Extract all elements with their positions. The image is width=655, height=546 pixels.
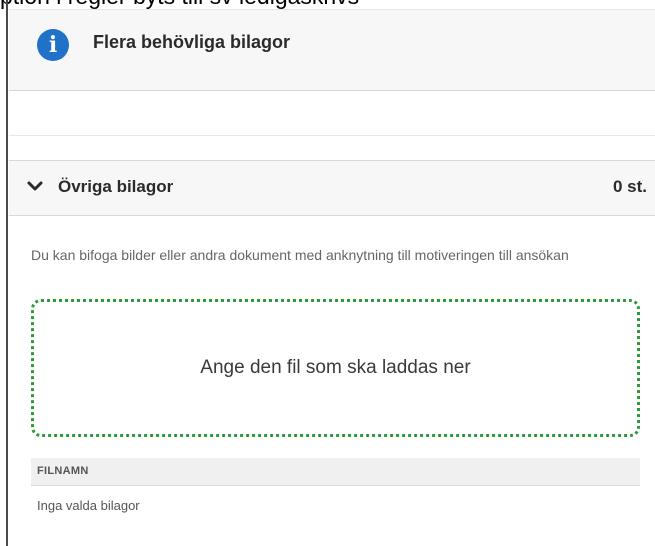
attachments-count: 0 st. — [612, 177, 647, 196]
top-caption: ption i regler byts till sv ledigaskrivs — [0, 0, 655, 9]
chevron-down-icon[interactable] — [26, 177, 44, 195]
info-circle-icon: i — [37, 29, 69, 61]
attachments-section-header[interactable]: Övriga bilagor 0 st. — [9, 160, 655, 216]
info-panel: i Flera behövliga bilagor — [9, 9, 655, 91]
attachments-help-text: Du kan bifoga bilder eller andra dokumen… — [31, 247, 569, 263]
file-dropzone[interactable]: Ange den fil som ska laddas ner — [31, 299, 640, 437]
attachments-section-title: Övriga bilagor — [58, 177, 174, 196]
info-panel-title: Flera behövliga bilagor — [93, 32, 291, 52]
divider — [9, 135, 655, 136]
dropzone-label: Ange den fil som ska laddas ner — [200, 357, 471, 378]
file-table-header: FILNAMN — [31, 458, 640, 486]
left-border — [6, 0, 8, 546]
file-table-empty-row: Inga valda bilagor — [37, 498, 140, 513]
column-header-filename: FILNAMN — [37, 465, 89, 477]
